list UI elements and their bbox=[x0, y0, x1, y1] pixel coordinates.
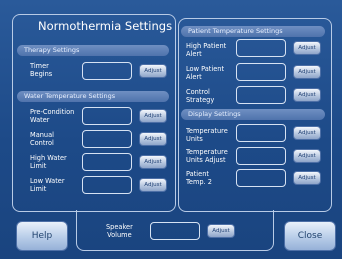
temperature-units-field bbox=[236, 124, 286, 142]
manual-control-field bbox=[82, 130, 132, 148]
display-settings-header: Display Settings bbox=[181, 109, 325, 120]
timer-begins-label: Timer Begins bbox=[30, 62, 53, 78]
low-water-limit-label: Low Water Limit bbox=[30, 177, 65, 193]
manual-control-label: Manual Control bbox=[30, 131, 54, 147]
patient-temp-2-label: Patient Temp. 2 bbox=[186, 170, 212, 186]
pre-condition-water-field bbox=[82, 107, 132, 125]
page-title: Normothermia Settings bbox=[38, 19, 173, 33]
temperature-units-adjust-label: Temperature Units Adjust bbox=[186, 148, 228, 164]
control-strategy-adjust-button[interactable]: Adjust bbox=[293, 88, 321, 102]
low-water-limit-field bbox=[82, 176, 132, 194]
low-patient-alert-adjust-button[interactable]: Adjust bbox=[293, 65, 321, 79]
low-patient-alert-field bbox=[236, 63, 286, 81]
pre-condition-water-label: Pre-Condition Water bbox=[30, 108, 75, 124]
speaker-volume-label: Speaker Volume bbox=[106, 223, 133, 239]
temperature-units-adjust-field bbox=[236, 147, 286, 165]
normothermia-settings-screen: Normothermia Settings Therapy Settings T… bbox=[0, 0, 342, 259]
water-temperature-settings-header: Water Temperature Settings bbox=[17, 91, 169, 102]
manual-control-adjust-button[interactable]: Adjust bbox=[139, 132, 167, 146]
patient-temp-2-field bbox=[236, 169, 286, 187]
speaker-volume-field bbox=[150, 222, 200, 240]
high-water-limit-field bbox=[82, 153, 132, 171]
temperature-units-adjust-adjust-button[interactable]: Adjust bbox=[293, 149, 321, 163]
low-water-limit-adjust-button[interactable]: Adjust bbox=[139, 178, 167, 192]
temperature-units-adjust-button[interactable]: Adjust bbox=[293, 126, 321, 140]
temperature-units-label: Temperature Units bbox=[186, 127, 228, 143]
low-patient-alert-label: Low Patient Alert bbox=[186, 65, 225, 81]
high-patient-alert-label: High Patient Alert bbox=[186, 42, 227, 58]
high-patient-alert-field bbox=[236, 39, 286, 57]
help-button[interactable]: Help bbox=[16, 221, 68, 251]
high-water-limit-adjust-button[interactable]: Adjust bbox=[139, 155, 167, 169]
therapy-settings-header: Therapy Settings bbox=[17, 45, 169, 56]
pre-condition-water-adjust-button[interactable]: Adjust bbox=[139, 109, 167, 123]
high-water-limit-label: High Water Limit bbox=[30, 154, 67, 170]
patient-temp-2-adjust-button[interactable]: Adjust bbox=[293, 171, 321, 185]
close-button[interactable]: Close bbox=[284, 221, 336, 251]
timer-begins-field bbox=[82, 62, 132, 80]
control-strategy-label: Control Strategy bbox=[186, 88, 215, 104]
control-strategy-field bbox=[236, 86, 286, 104]
speaker-volume-adjust-button[interactable]: Adjust bbox=[207, 224, 235, 238]
timer-begins-adjust-button[interactable]: Adjust bbox=[139, 64, 167, 78]
patient-temperature-settings-header: Patient Temperature Settings bbox=[181, 26, 325, 37]
high-patient-alert-adjust-button[interactable]: Adjust bbox=[293, 41, 321, 55]
